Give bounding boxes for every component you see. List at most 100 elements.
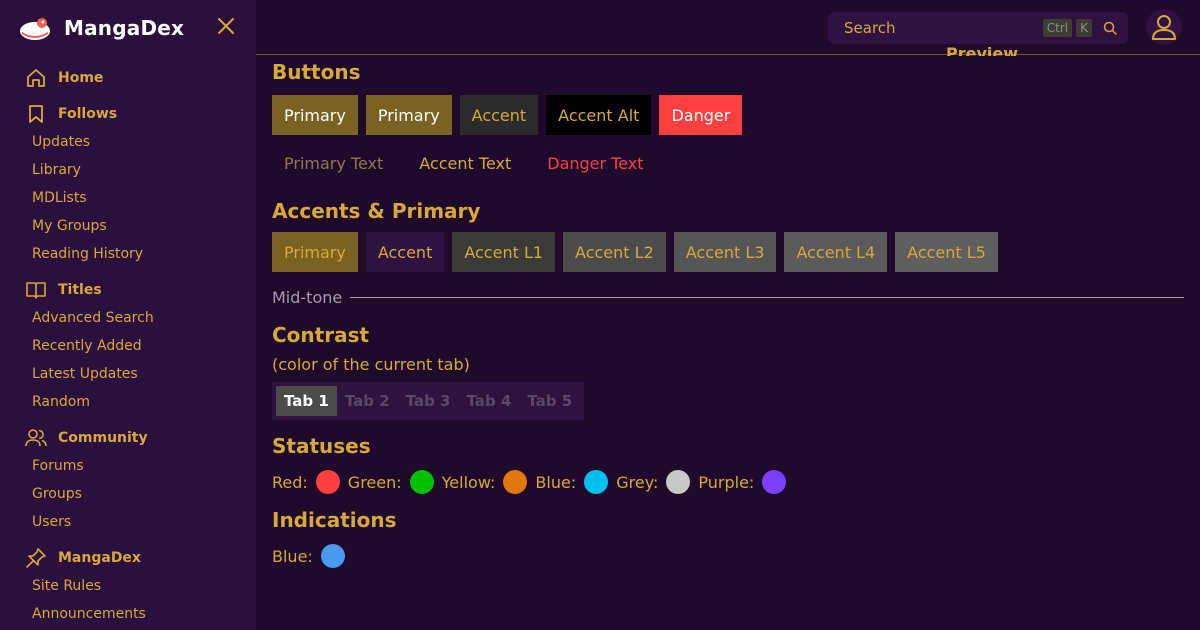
sidebar-item-recently-added[interactable]: Recently Added — [24, 332, 244, 360]
user-icon — [1152, 15, 1176, 40]
tab-5[interactable]: Tab 5 — [519, 386, 580, 416]
nav-section-mangadex: MangaDex Site Rules Announcements — [24, 544, 244, 628]
preview-label: Preview — [946, 44, 1019, 56]
status-dot — [503, 470, 528, 494]
status-dot — [409, 470, 434, 494]
main-content: Buttons Primary Primary Accent Accent Alt Da… — [272, 60, 1184, 568]
contrast-tabs: Tab 1 Tab 2 Tab 3 Tab 4 Tab 5 — [272, 382, 585, 420]
sidebar-item-groups[interactable]: Groups — [24, 480, 244, 508]
search-bar[interactable]: Search Ctrl K — [828, 12, 1128, 44]
buttons-row: Primary Primary Accent Accent Alt Danger — [272, 95, 1184, 135]
midtone-label: Mid-tone — [272, 288, 343, 307]
midtone-separator: Mid-tone — [272, 288, 1184, 307]
status-green: Green: — [348, 470, 434, 494]
accent-swatch-button[interactable]: Accent — [365, 232, 445, 272]
nav-home[interactable]: Home — [24, 64, 244, 92]
nav-community-label: Community — [58, 430, 148, 446]
status-dot — [584, 470, 609, 494]
sidebar-item-site-rules[interactable]: Site Rules — [24, 572, 244, 600]
status-dot — [762, 470, 787, 494]
danger-button-5[interactable]: Danger — [659, 95, 743, 135]
status-dot — [666, 470, 691, 494]
brand-name: MangaDex — [64, 16, 185, 40]
shortcut-ctrl: Ctrl — [1042, 19, 1073, 37]
close-sidebar-button[interactable] — [214, 14, 238, 38]
sidebar-item-my-groups[interactable]: My Groups — [24, 212, 244, 240]
status-purple: Purple: — [698, 470, 787, 494]
accent-text-button[interactable]: Accent Text — [407, 143, 523, 183]
book-icon — [24, 278, 48, 302]
sidebar-item-reading-history[interactable]: Reading History — [24, 240, 244, 268]
contrast-subtitle: (color of the current tab) — [272, 355, 470, 374]
tab-3[interactable]: Tab 3 — [398, 386, 459, 416]
nav-mangadex-label: MangaDex — [58, 550, 141, 566]
nav-section-titles: Titles Advanced Search Recently Added La… — [24, 276, 244, 416]
user-avatar-button[interactable] — [1146, 9, 1182, 45]
accent-l4-swatch-button[interactable]: Accent L4 — [784, 232, 888, 272]
buttons-title: Buttons — [272, 60, 361, 84]
sidebar-nav: Home Follows Updates Library MDLists My … — [24, 64, 244, 630]
bookmark-icon — [24, 102, 48, 126]
sidebar: MangaDex Home Follows Updates Library MD… — [0, 0, 256, 630]
status-label: Purple: — [698, 472, 755, 492]
indication-blue: Blue: — [272, 544, 345, 568]
midtone-line — [350, 297, 1184, 298]
accent-buttons-row: Primary Accent Accent L1 Accent L2 Accent L3… — [272, 232, 1184, 272]
statuses-row: Red: Green: Yellow: Blue: Grey: Purple: — [272, 470, 1184, 494]
contrast-title: Contrast — [272, 323, 370, 347]
nav-titles[interactable]: Titles — [24, 276, 244, 304]
nav-follows[interactable]: Follows — [24, 100, 244, 128]
sidebar-item-random[interactable]: Random — [24, 388, 244, 416]
nav-home-label: Home — [58, 70, 104, 86]
status-blue: Blue: — [535, 470, 609, 494]
nav-section-follows: Follows Updates Library MDLists My Group… — [24, 100, 244, 268]
search-icon[interactable] — [1096, 14, 1124, 42]
status-red: Red: — [272, 470, 340, 494]
pin-icon — [24, 546, 48, 570]
search-input[interactable]: Search — [844, 19, 1043, 37]
primary-button-2[interactable]: Primary — [365, 95, 452, 135]
nav-community[interactable]: Community — [24, 424, 244, 452]
accent-alt-button-4[interactable]: Accent Alt — [546, 95, 652, 135]
sidebar-item-forums[interactable]: Forums — [24, 452, 244, 480]
sidebar-item-mdlists[interactable]: MDLists — [24, 184, 244, 212]
status-label: Yellow: — [441, 472, 496, 492]
accent-l2-swatch-button[interactable]: Accent L2 — [563, 232, 666, 272]
accent-button-3[interactable]: Accent — [459, 95, 539, 135]
primary-button-1[interactable]: Primary — [272, 95, 358, 135]
status-label: Red: — [272, 472, 308, 492]
nav-follows-label: Follows — [58, 106, 118, 122]
primary-text-button[interactable]: Primary Text — [272, 143, 395, 183]
statuses-title: Statuses — [272, 434, 371, 458]
sidebar-item-updates[interactable]: Updates — [24, 128, 244, 156]
top-header: Search Ctrl K Preview — [256, 0, 1200, 56]
sidebar-item-advanced-search[interactable]: Advanced Search — [24, 304, 244, 332]
accent-l5-swatch-button[interactable]: Accent L5 — [895, 232, 998, 272]
status-yellow: Yellow: — [442, 470, 528, 494]
mangadex-logo — [18, 14, 54, 42]
shortcut-k: K — [1076, 19, 1092, 37]
status-grey: Grey: — [616, 470, 691, 494]
home-icon — [24, 66, 48, 90]
sidebar-item-announcements[interactable]: Announcements — [24, 600, 244, 628]
indication-dot — [320, 544, 345, 568]
tab-2[interactable]: Tab 2 — [337, 386, 398, 416]
tab-1[interactable]: Tab 1 — [276, 386, 337, 416]
text-buttons-row: Primary Text Accent Text Danger Text — [272, 143, 1184, 183]
nav-section-community: Community Forums Groups Users — [24, 424, 244, 536]
accent-l3-swatch-button[interactable]: Accent L3 — [673, 232, 777, 272]
primary-swatch-button[interactable]: Primary — [272, 232, 358, 272]
sidebar-item-users[interactable]: Users — [24, 508, 244, 536]
nav-mangadex[interactable]: MangaDex — [24, 544, 244, 572]
sidebar-item-library[interactable]: Library — [24, 156, 244, 184]
status-label: Blue: — [535, 472, 577, 492]
danger-text-button[interactable]: Danger Text — [535, 143, 655, 183]
tab-4[interactable]: Tab 4 — [458, 386, 519, 416]
accents-title: Accents & Primary — [272, 199, 481, 223]
sidebar-item-latest-updates[interactable]: Latest Updates — [24, 360, 244, 388]
status-label: Green: — [347, 472, 402, 492]
status-dot — [315, 470, 340, 494]
status-label: Grey: — [616, 472, 659, 492]
accent-l1-swatch-button[interactable]: Accent L1 — [452, 232, 556, 272]
indication-label: Blue: — [272, 546, 313, 566]
